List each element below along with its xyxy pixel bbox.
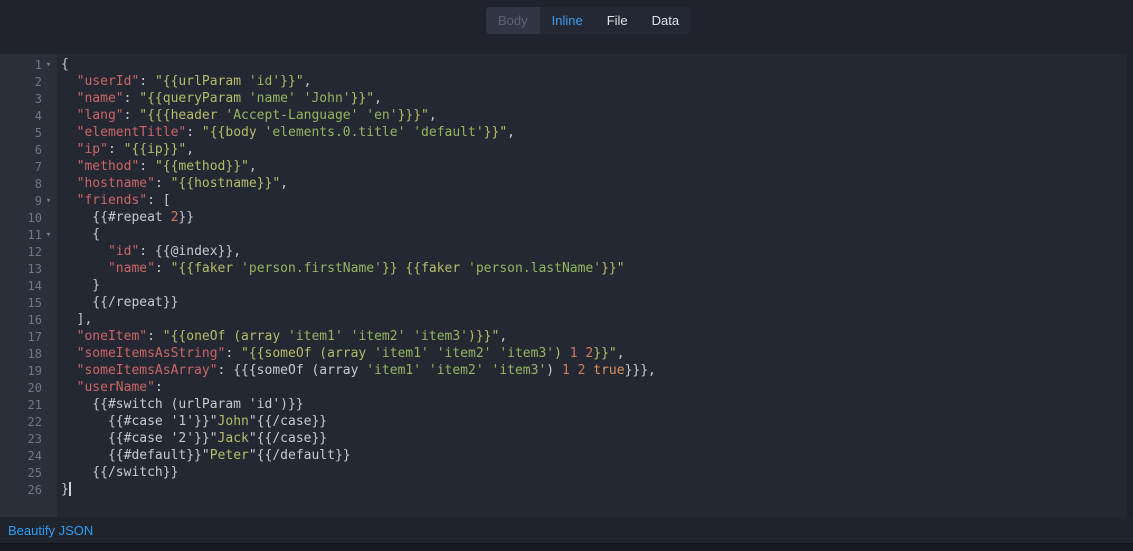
line-number: 16 <box>28 313 42 327</box>
code-line-5[interactable]: "elementTitle": "{{body 'elements.0.titl… <box>61 124 1133 141</box>
tab-file[interactable]: File <box>595 7 640 34</box>
tab-data[interactable]: Data <box>640 7 691 34</box>
line-number: 23 <box>28 432 42 446</box>
code-line-9[interactable]: "friends": [ <box>61 192 1133 209</box>
line-number: 4 <box>35 109 42 123</box>
gutter-line-23: 23 <box>0 430 57 447</box>
code-line-15[interactable]: {{/repeat}} <box>61 294 1133 311</box>
line-number: 7 <box>35 160 42 174</box>
code-line-23[interactable]: {{#case '2'}}"Jack"{{/case}} <box>61 430 1133 447</box>
code-line-22[interactable]: {{#case '1'}}"John"{{/case}} <box>61 413 1133 430</box>
text-cursor <box>69 482 71 496</box>
gutter-line-19: 19 <box>0 362 57 379</box>
gutter-line-20: 20 <box>0 379 57 396</box>
line-number: 10 <box>28 211 42 225</box>
line-number: 5 <box>35 126 42 140</box>
code-line-14[interactable]: } <box>61 277 1133 294</box>
beautify-json-link[interactable]: Beautify JSON <box>8 523 93 538</box>
line-number: 11 <box>28 228 42 242</box>
code-line-24[interactable]: {{#default}}"Peter"{{/default}} <box>61 447 1133 464</box>
body-editor[interactable]: 1▾23456789▾1011▾121314151617181920212223… <box>0 54 1133 517</box>
gutter-line-16: 16 <box>0 311 57 328</box>
line-number: 15 <box>28 296 42 310</box>
code-line-20[interactable]: "userName": <box>61 379 1133 396</box>
code-line-6[interactable]: "ip": "{{ip}}", <box>61 141 1133 158</box>
gutter-line-10: 10 <box>0 209 57 226</box>
code-line-21[interactable]: {{#switch (urlParam 'id')}} <box>61 396 1133 413</box>
line-number: 3 <box>35 92 42 106</box>
gutter: 1▾23456789▾1011▾121314151617181920212223… <box>0 54 57 517</box>
code-area[interactable]: { "userId": "{{urlParam 'id'}}", "name":… <box>57 54 1133 517</box>
line-number: 2 <box>35 75 42 89</box>
code-line-7[interactable]: "method": "{{method}}", <box>61 158 1133 175</box>
code-line-10[interactable]: {{#repeat 2}} <box>61 209 1133 226</box>
code-line-25[interactable]: {{/switch}} <box>61 464 1133 481</box>
line-number: 6 <box>35 143 42 157</box>
gutter-line-15: 15 <box>0 294 57 311</box>
gutter-line-26: 26 <box>0 481 57 498</box>
line-number: 21 <box>28 398 42 412</box>
line-number: 20 <box>28 381 42 395</box>
line-number: 19 <box>28 364 42 378</box>
code-line-11[interactable]: { <box>61 226 1133 243</box>
code-line-17[interactable]: "oneItem": "{{oneOf (array 'item1' 'item… <box>61 328 1133 345</box>
line-number: 18 <box>28 347 42 361</box>
line-number: 17 <box>28 330 42 344</box>
code-line-13[interactable]: "name": "{{faker 'person.firstName'}} {{… <box>61 260 1133 277</box>
code-line-16[interactable]: ], <box>61 311 1133 328</box>
fold-arrow-icon[interactable]: ▾ <box>42 196 55 206</box>
gutter-line-3: 3 <box>0 90 57 107</box>
gutter-line-25: 25 <box>0 464 57 481</box>
line-number: 8 <box>35 177 42 191</box>
tab-body[interactable]: Body <box>486 7 540 34</box>
gutter-line-14: 14 <box>0 277 57 294</box>
code-line-26[interactable]: } <box>61 481 1133 498</box>
fold-arrow-icon[interactable]: ▾ <box>42 230 55 240</box>
tab-inline[interactable]: Inline <box>540 7 595 34</box>
code-line-8[interactable]: "hostname": "{{hostname}}", <box>61 175 1133 192</box>
gutter-line-5: 5 <box>0 124 57 141</box>
line-number: 22 <box>28 415 42 429</box>
gutter-line-7: 7 <box>0 158 57 175</box>
gutter-line-1: 1▾ <box>0 56 57 73</box>
gutter-line-18: 18 <box>0 345 57 362</box>
code-line-2[interactable]: "userId": "{{urlParam 'id'}}", <box>61 73 1133 90</box>
gutter-line-22: 22 <box>0 413 57 430</box>
code-line-4[interactable]: "lang": "{{{header 'Accept-Language' 'en… <box>61 107 1133 124</box>
fold-arrow-icon[interactable]: ▾ <box>42 60 55 70</box>
gutter-line-4: 4 <box>0 107 57 124</box>
gutter-line-17: 17 <box>0 328 57 345</box>
code-line-3[interactable]: "name": "{{queryParam 'name' 'John'}}", <box>61 90 1133 107</box>
gutter-line-9: 9▾ <box>0 192 57 209</box>
line-number: 24 <box>28 449 42 463</box>
line-number: 26 <box>28 483 42 497</box>
code-line-19[interactable]: "someItemsAsArray": {{{someOf (array 'it… <box>61 362 1133 379</box>
gutter-line-12: 12 <box>0 243 57 260</box>
line-number: 1 <box>35 58 42 72</box>
gutter-line-24: 24 <box>0 447 57 464</box>
gutter-line-8: 8 <box>0 175 57 192</box>
code-line-1[interactable]: { <box>61 56 1133 73</box>
line-number: 12 <box>28 245 42 259</box>
status-strip <box>0 544 1133 551</box>
gutter-line-11: 11▾ <box>0 226 57 243</box>
gutter-line-13: 13 <box>0 260 57 277</box>
beautify-bar: Beautify JSON <box>0 517 1133 544</box>
line-number: 25 <box>28 466 42 480</box>
line-number: 14 <box>28 279 42 293</box>
gutter-line-2: 2 <box>0 73 57 90</box>
tab-group: BodyInlineFileData <box>486 7 691 34</box>
gutter-line-6: 6 <box>0 141 57 158</box>
code-line-18[interactable]: "someItemsAsString": "{{someOf (array 'i… <box>61 345 1133 362</box>
code-line-12[interactable]: "id": {{@index}}, <box>61 243 1133 260</box>
gutter-line-21: 21 <box>0 396 57 413</box>
top-bar: BodyInlineFileData <box>0 0 1133 54</box>
line-number: 13 <box>28 262 42 276</box>
line-number: 9 <box>35 194 42 208</box>
